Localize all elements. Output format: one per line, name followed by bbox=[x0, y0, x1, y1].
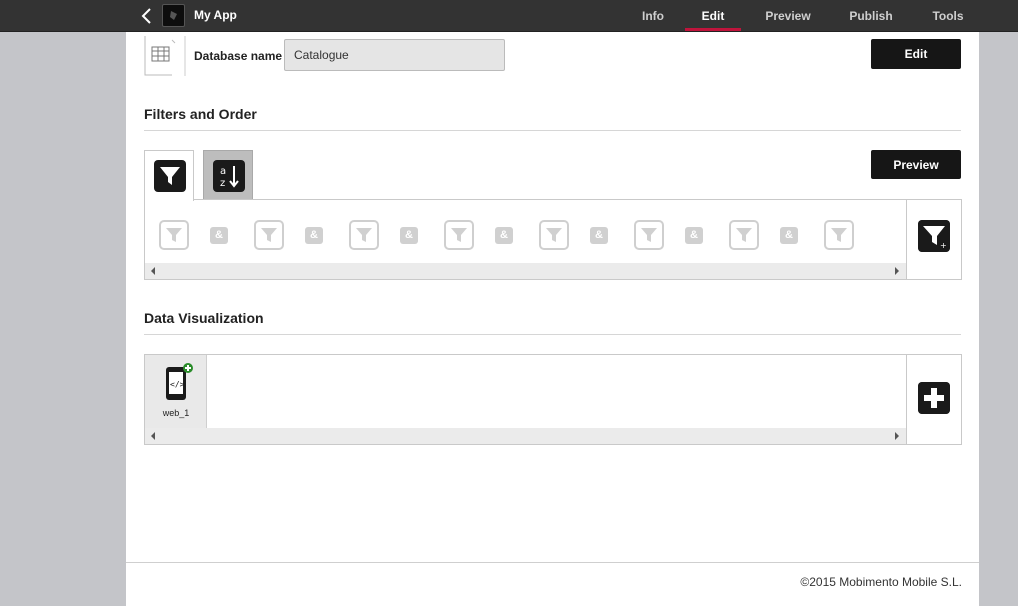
filter-slot-icon[interactable] bbox=[634, 220, 664, 250]
visualization-section-title: Data Visualization bbox=[144, 310, 264, 326]
footer-copyright: ©2015 Mobimento Mobile S.L. bbox=[800, 575, 962, 589]
horizontal-scrollbar[interactable] bbox=[145, 263, 907, 279]
and-operator-icon[interactable]: & bbox=[780, 227, 798, 244]
main-panel: Database name Edit Filters and Order a z… bbox=[126, 32, 979, 606]
scroll-left-icon[interactable] bbox=[151, 432, 155, 440]
svg-text:a: a bbox=[220, 166, 226, 177]
app-logo bbox=[162, 4, 185, 27]
scroll-right-icon[interactable] bbox=[895, 267, 899, 275]
sort-az-icon: a z bbox=[213, 160, 245, 192]
tab-filter[interactable] bbox=[144, 150, 194, 201]
and-operator-icon[interactable]: & bbox=[305, 227, 323, 244]
svg-text:z: z bbox=[220, 178, 225, 189]
footer-divider bbox=[126, 562, 979, 563]
plus-icon[interactable] bbox=[918, 382, 950, 414]
and-operator-icon[interactable]: & bbox=[590, 227, 608, 244]
filter-slot-icon[interactable] bbox=[729, 220, 759, 250]
chevron-left-icon[interactable] bbox=[139, 6, 155, 26]
filters-section-title: Filters and Order bbox=[144, 106, 257, 122]
preview-button[interactable]: Preview bbox=[871, 150, 961, 179]
nav-tab-preview[interactable]: Preview bbox=[760, 0, 816, 32]
nav-tab-edit[interactable]: Edit bbox=[685, 0, 741, 32]
database-name-label: Database name bbox=[194, 49, 283, 63]
svg-text:</>: </> bbox=[170, 380, 185, 389]
filter-slot-icon[interactable] bbox=[349, 220, 379, 250]
and-operator-icon[interactable]: & bbox=[400, 227, 418, 244]
filter-slot-icon[interactable] bbox=[254, 220, 284, 250]
filter-slot-icon[interactable] bbox=[444, 220, 474, 250]
section-divider bbox=[144, 334, 961, 335]
nav-tab-publish[interactable]: Publish bbox=[845, 0, 897, 32]
add-filter-icon[interactable]: + bbox=[918, 220, 950, 252]
filter-strip: & & & & & & & + bbox=[144, 199, 962, 280]
database-table-icon bbox=[144, 36, 186, 76]
tab-sort[interactable]: a z bbox=[203, 150, 253, 200]
section-divider bbox=[144, 130, 961, 131]
edit-database-button[interactable]: Edit bbox=[871, 39, 961, 69]
scroll-left-icon[interactable] bbox=[151, 267, 155, 275]
top-navigation-bar: My App Info Edit Preview Publish Tools bbox=[0, 0, 1018, 32]
visualization-item-label: web_1 bbox=[162, 408, 190, 418]
app-title: My App bbox=[194, 8, 237, 22]
scroll-right-icon[interactable] bbox=[895, 432, 899, 440]
svg-text:+: + bbox=[940, 241, 947, 250]
filter-slot-icon[interactable] bbox=[539, 220, 569, 250]
filter-slot-icon[interactable] bbox=[159, 220, 189, 250]
nav-tab-info[interactable]: Info bbox=[633, 0, 673, 32]
mobile-code-icon: </> bbox=[166, 363, 193, 400]
visualization-item-web-1[interactable]: </> web_1 bbox=[145, 355, 207, 429]
visualization-strip: </> web_1 bbox=[144, 354, 962, 445]
filter-slot-icon[interactable] bbox=[824, 220, 854, 250]
nav-tab-tools[interactable]: Tools bbox=[928, 0, 968, 32]
filter-icon bbox=[154, 160, 186, 192]
database-name-field[interactable] bbox=[284, 39, 505, 71]
and-operator-icon[interactable]: & bbox=[210, 227, 228, 244]
and-operator-icon[interactable]: & bbox=[495, 227, 513, 244]
horizontal-scrollbar[interactable] bbox=[145, 428, 907, 444]
and-operator-icon[interactable]: & bbox=[685, 227, 703, 244]
